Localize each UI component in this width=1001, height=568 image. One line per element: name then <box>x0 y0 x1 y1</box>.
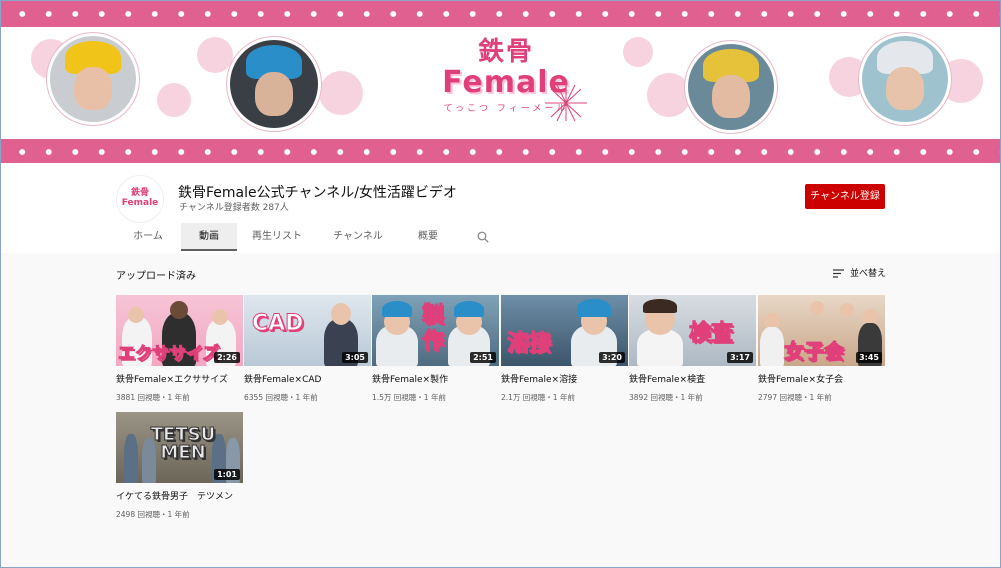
video-meta: 1.5万 回視聴・1 年前 <box>372 393 446 402</box>
video-thumbnail[interactable]: TETSU MEN 1:01 <box>116 412 243 483</box>
video-title[interactable]: 鉄骨Female×女子会 <box>758 372 885 385</box>
video-card[interactable]: CAD 3:05 鉄骨Female×CAD 6355 回視聴・1 年前 <box>244 295 371 403</box>
section-title: アップロード済み <box>116 271 196 282</box>
thumbnail-caption: 検査 <box>688 321 734 347</box>
banner-portrait-3 <box>685 41 777 133</box>
avatar-text-1: 鉄骨 <box>130 188 149 198</box>
banner-portrait-2 <box>227 37 321 131</box>
tab-playlists[interactable]: 再生リスト <box>243 223 311 251</box>
video-title[interactable]: 鉄骨Female×エクササイズ <box>116 372 243 385</box>
video-thumbnail[interactable]: 女子会 3:45 <box>758 295 885 366</box>
video-meta: 2498 回視聴・1 年前 <box>116 510 190 519</box>
video-card[interactable]: エクササイズ 2:26 鉄骨Female×エクササイズ 3881 回視聴・1 年… <box>116 295 243 403</box>
sort-button[interactable]: 並べ替え <box>833 266 886 279</box>
thumbnail-caption: 溶接 <box>506 331 552 357</box>
channel-header: 鉄骨 Female 鉄骨Female公式チャンネル/女性活躍ビデオ チャンネル登… <box>1 163 1000 253</box>
avatar-text-2: Female <box>121 198 159 208</box>
sort-label: 並べ替え <box>850 269 887 279</box>
video-card[interactable]: TETSU MEN 1:01 イケてる鉄骨男子 テツメン 2498 回視聴・1 … <box>116 412 243 520</box>
tab-about[interactable]: 概要 <box>405 223 451 251</box>
video-title[interactable]: 鉄骨Female×製作 <box>372 372 499 385</box>
video-title[interactable]: イケてる鉄骨男子 テツメン <box>116 489 243 502</box>
subscribe-button[interactable]: チャンネル登録 <box>805 184 885 209</box>
video-duration: 2:26 <box>214 352 240 363</box>
subscriber-count: チャンネル登録者数 287人 <box>179 203 289 213</box>
sort-icon <box>833 269 844 278</box>
video-meta: 3881 回視聴・1 年前 <box>116 393 190 402</box>
search-icon[interactable] <box>477 231 489 243</box>
video-duration: 1:01 <box>214 469 240 480</box>
video-thumbnail[interactable]: CAD 3:05 <box>244 295 371 366</box>
thumbnail-caption: 製作 <box>422 303 445 355</box>
video-thumbnail[interactable]: 検査 3:17 <box>629 295 756 366</box>
video-duration: 2:51 <box>470 352 496 363</box>
video-meta: 2797 回視聴・1 年前 <box>758 393 832 402</box>
video-meta: 6355 回視聴・1 年前 <box>244 393 318 402</box>
video-thumbnail[interactable]: 溶接 3:20 <box>501 295 628 366</box>
video-title[interactable]: 鉄骨Female×検査 <box>629 372 756 385</box>
video-thumbnail[interactable]: 製作 2:51 <box>372 295 499 366</box>
video-duration: 3:45 <box>856 352 882 363</box>
video-meta: 2.1万 回視聴・1 年前 <box>501 393 575 402</box>
video-meta: 3892 回視聴・1 年前 <box>629 393 703 402</box>
video-title[interactable]: 鉄骨Female×CAD <box>244 372 371 385</box>
video-thumbnail[interactable]: エクササイズ 2:26 <box>116 295 243 366</box>
tab-videos[interactable]: 動画 <box>181 223 237 251</box>
video-card[interactable]: 検査 3:17 鉄骨Female×検査 3892 回視聴・1 年前 <box>629 295 756 403</box>
thumbnail-caption: CAD <box>251 311 304 337</box>
banner-portrait-4 <box>859 33 951 125</box>
channel-name: 鉄骨Female公式チャンネル/女性活躍ビデオ <box>178 185 457 201</box>
channel-banner: 鉄骨 Female てっこつ フィーメール <box>1 1 1000 163</box>
banner-top-stripe <box>1 3 1000 25</box>
video-duration: 3:17 <box>727 352 753 363</box>
thumbnail-caption: TETSU MEN <box>150 424 216 463</box>
tab-home[interactable]: ホーム <box>115 223 181 251</box>
video-card[interactable]: 製作 2:51 鉄骨Female×製作 1.5万 回視聴・1 年前 <box>372 295 499 403</box>
sparkle-icon <box>545 84 587 122</box>
banner-bottom-stripe <box>1 141 1000 163</box>
tab-channels[interactable]: チャンネル <box>325 223 391 251</box>
logo-kanji: 鉄骨 <box>477 37 534 67</box>
banner-portrait-1 <box>47 33 139 125</box>
video-card[interactable]: 溶接 3:20 鉄骨Female×溶接 2.1万 回視聴・1 年前 <box>501 295 628 403</box>
thumbnail-caption: エクササイズ <box>118 344 220 365</box>
video-duration: 3:20 <box>599 352 625 363</box>
video-title[interactable]: 鉄骨Female×溶接 <box>501 372 628 385</box>
video-duration: 3:05 <box>342 352 368 363</box>
channel-avatar[interactable]: 鉄骨 Female <box>116 175 164 223</box>
video-card[interactable]: 女子会 3:45 鉄骨Female×女子会 2797 回視聴・1 年前 <box>758 295 885 403</box>
thumbnail-caption: 女子会 <box>784 339 845 364</box>
